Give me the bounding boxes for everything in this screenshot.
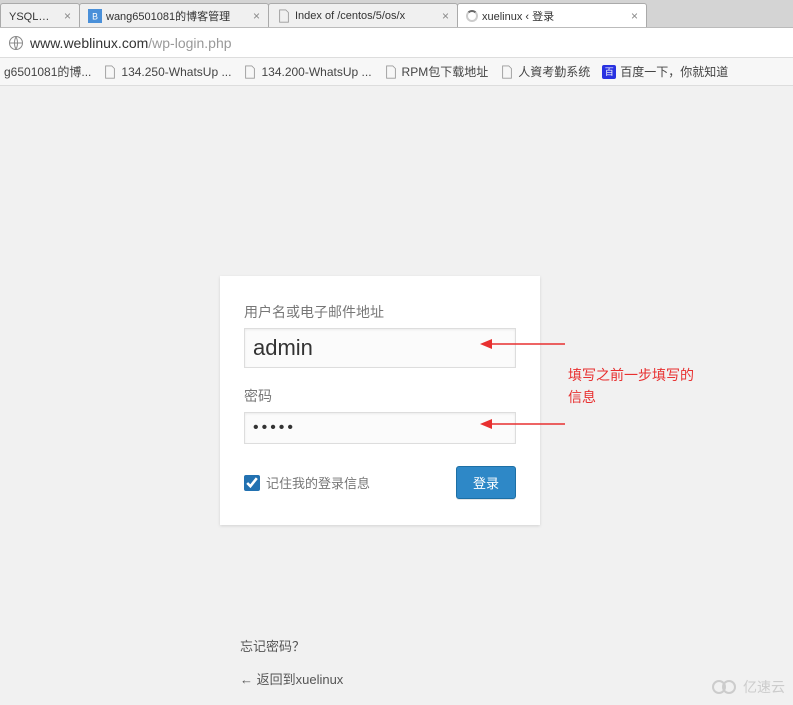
password-label: 密码 (244, 386, 516, 406)
bookmark-1[interactable]: 134.250-WhatsUp ... (103, 65, 231, 79)
bookmark-0[interactable]: g6501081的博... (4, 63, 91, 80)
watermark: 亿速云 (711, 677, 785, 697)
bookmark-2[interactable]: 134.200-WhatsUp ... (243, 65, 371, 79)
tab-2[interactable]: Index of /centos/5/os/x × (268, 3, 458, 27)
username-input[interactable] (244, 328, 516, 368)
tab-title: xuelinux ‹ 登录 (482, 8, 554, 24)
tab-0[interactable]: YSQL、PHP × (0, 3, 80, 27)
url-text: www.weblinux.com/wp-login.php (30, 35, 232, 51)
tab-3[interactable]: xuelinux ‹ 登录 × (457, 3, 647, 27)
login-button[interactable]: 登录 (456, 466, 516, 499)
tab-title: YSQL、PHP (9, 8, 56, 24)
page-icon (384, 65, 398, 79)
annotation-arrow-2 (480, 414, 570, 434)
bookmark-4[interactable]: 人資考勤系统 (500, 63, 590, 80)
below-links: 忘记密码？ ← 返回到xuelinux (240, 636, 343, 702)
page-icon (500, 65, 514, 79)
tab-bar: YSQL、PHP × B wang6501081的博客管理 × Index of… (0, 0, 793, 28)
globe-icon (8, 35, 24, 51)
close-icon[interactable]: × (627, 9, 638, 23)
forgot-password-link[interactable]: 忘记密码？ (240, 636, 343, 655)
bookmark-3[interactable]: RPM包下载地址 (384, 63, 489, 80)
page-icon (103, 65, 117, 79)
username-label: 用户名或电子邮件地址 (244, 302, 516, 322)
bookmark-5[interactable]: 百 百度一下，你就知道 (602, 63, 728, 80)
favicon-icon: B (88, 9, 102, 23)
annotation-text: 填写之前一步填写的 信息 (568, 364, 694, 409)
bookmarks-bar: g6501081的博... 134.250-WhatsUp ... 134.20… (0, 58, 793, 86)
baidu-icon: 百 (602, 65, 616, 79)
remember-checkbox[interactable] (244, 475, 260, 491)
loading-icon (466, 10, 478, 22)
close-icon[interactable]: × (60, 9, 71, 23)
tab-1[interactable]: B wang6501081的博客管理 × (79, 3, 269, 27)
page-content: 用户名或电子邮件地址 密码 记住我的登录信息 登录 忘记密码？ ← 返回到xue… (0, 86, 793, 705)
watermark-icon (711, 678, 739, 696)
tab-title: wang6501081的博客管理 (106, 8, 230, 24)
back-link[interactable]: ← 返回到xuelinux (240, 669, 343, 688)
page-icon (243, 65, 257, 79)
remember-label[interactable]: 记住我的登录信息 (244, 473, 370, 492)
page-icon (277, 9, 291, 23)
tab-title: Index of /centos/5/os/x (295, 10, 405, 22)
password-input[interactable] (244, 412, 516, 444)
login-form: 用户名或电子邮件地址 密码 记住我的登录信息 登录 (220, 276, 540, 525)
annotation-arrow-1 (480, 334, 570, 354)
close-icon[interactable]: × (249, 9, 260, 23)
svg-text:B: B (92, 11, 98, 21)
address-bar[interactable]: www.weblinux.com/wp-login.php (0, 28, 793, 58)
close-icon[interactable]: × (438, 9, 449, 23)
